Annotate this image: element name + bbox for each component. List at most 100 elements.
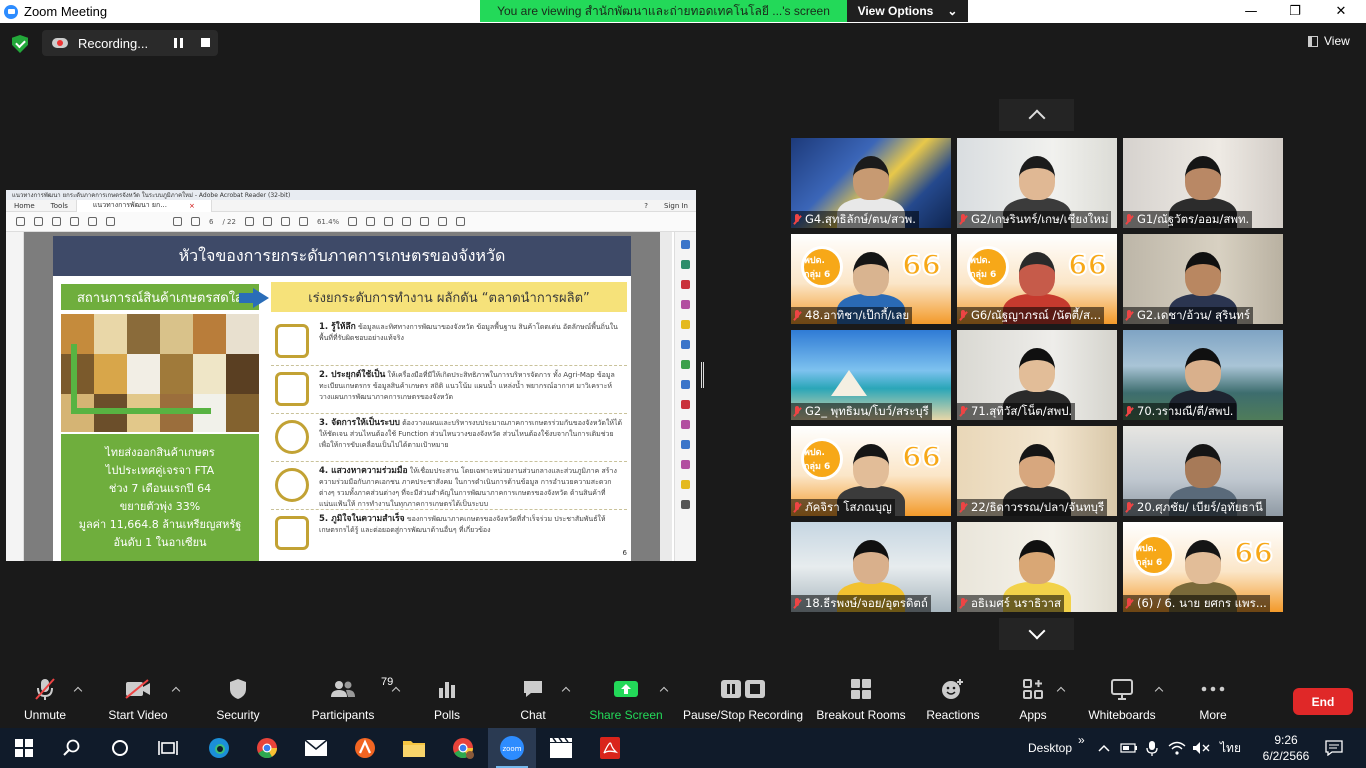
combine-files-icon[interactable] [681,340,690,349]
more-tools-icon[interactable] [681,500,690,509]
comment-icon[interactable] [366,217,376,226]
unmute-button[interactable]: Unmute [14,672,76,728]
view-layout-button[interactable]: View [1308,34,1350,48]
participant-video-tile[interactable]: พปด. กลุ่ม 6 66 (6) / 6. นาย ยศกร แพร... [1123,522,1283,612]
protect-icon[interactable] [681,400,690,409]
participant-video-tile[interactable]: พปด. กลุ่ม 6 66 G6/ณัฐญาภรณ์ /นัตตี้/ส... [957,234,1117,324]
encryption-shield-icon[interactable] [12,35,28,53]
restore-button[interactable]: ❐ [1272,0,1318,23]
participant-video-tile[interactable]: 18.ธีรพงษ์/จอย/อุตรดิตถ์ [791,522,951,612]
zoom-app-icon[interactable]: zoom [488,728,536,768]
shared-screen[interactable]: แนวทางการพัฒนา ยกระดับภาคการเกษตรจังหวัด… [6,190,696,561]
cursor-icon[interactable] [244,217,254,226]
page-up-icon[interactable] [173,217,182,226]
fit-page-icon[interactable] [348,217,358,226]
participant-video-tile[interactable]: G4.สุทธิลักษ์/ตน/สวพ. [791,138,951,228]
document-scrollbar[interactable] [660,232,672,561]
participants-button[interactable]: 79 Participants [306,672,394,728]
gallery-prev-page-button[interactable] [999,99,1074,131]
tray-microphone-icon[interactable] [1146,728,1158,768]
acrobat-menu-tools[interactable]: Tools [43,202,76,210]
avast-icon[interactable] [341,728,389,768]
panel-splitter-handle[interactable] [701,362,704,388]
print-icon[interactable] [88,217,97,226]
close-button[interactable]: ✕ [1318,0,1364,23]
zoom-in-icon[interactable] [298,217,308,226]
export-pdf-icon[interactable] [681,260,690,269]
task-view-button[interactable] [144,728,192,768]
participant-video-tile[interactable]: พปด. กลุ่ม 6 66 ภัคจิรา โสภณบุญ [791,426,951,516]
clock[interactable]: 9:26 6/2/2566 [1258,728,1314,768]
minimize-button[interactable]: — [1228,0,1274,23]
search-taskbar-button[interactable] [48,728,96,768]
wifi-icon[interactable] [1168,728,1186,768]
hand-icon[interactable] [262,217,272,226]
delete-icon[interactable] [438,217,448,226]
participant-video-tile[interactable]: พปด. กลุ่ม 6 66 48.อาทิชา/เป๊กกี้/เลย [791,234,951,324]
upload-icon[interactable] [52,217,61,226]
pause-stop-recording-button[interactable]: Pause/Stop Recording [682,672,804,728]
tool-pane-icon[interactable] [681,240,690,249]
battery-icon[interactable] [1120,728,1138,768]
participants-options-caret[interactable] [391,686,401,696]
scan-icon[interactable] [681,380,690,389]
adobe-acrobat-icon[interactable] [586,728,634,768]
help-icon[interactable]: ? [636,202,656,210]
participant-video-tile[interactable]: 22/ธิดาวรรณ/ปลา/จันทบุรี [957,426,1117,516]
whiteboards-button[interactable]: Whiteboards [1084,672,1160,728]
mail-app-icon[interactable] [292,728,340,768]
video-options-caret[interactable] [171,686,181,696]
participant-video-tile[interactable]: G2.เดชา/อ้วน/ สุรินทร์ [1123,234,1283,324]
toolbar-expand-chevrons[interactable]: » [1078,720,1085,760]
participant-video-tile[interactable]: G2_ พุทธิมน/โบว์/สระบุรี [791,330,951,420]
page-down-icon[interactable] [191,217,200,226]
stop-recording-icon[interactable] [201,38,210,47]
undo-icon[interactable] [456,217,466,226]
start-menu-button[interactable] [0,728,48,768]
highlight-icon[interactable] [384,217,394,226]
close-tab-icon[interactable]: × [181,202,203,210]
file-explorer-icon[interactable] [390,728,438,768]
apps-button[interactable]: Apps [1012,672,1054,728]
acrobat-document-tab[interactable]: แนวทางการพัฒนา ยก... × [75,199,212,212]
zoom-level[interactable]: 61.4% [317,218,339,226]
chrome-browser-icon[interactable] [243,728,291,768]
stamp-icon[interactable] [420,217,430,226]
apps-options-caret[interactable] [1056,686,1066,696]
participant-video-tile[interactable]: G2/เกษรินทร์/เกษ/เชียงใหม่ [957,138,1117,228]
view-options-button[interactable]: View Options ⌄ [847,0,968,22]
show-hidden-icons-caret[interactable] [1098,728,1110,768]
zoom-out-icon[interactable] [280,217,290,226]
more-button[interactable]: More [1192,672,1234,728]
chat-options-caret[interactable] [561,686,571,696]
create-pdf-icon[interactable] [681,280,690,289]
start-video-button[interactable]: Start Video [104,672,172,728]
end-meeting-button[interactable]: End [1293,688,1353,715]
participant-video-tile[interactable]: G1/ณัฐวัตร/ออม/สพท. [1123,138,1283,228]
mail-icon[interactable] [70,217,79,226]
organize-pages-icon[interactable] [681,360,690,369]
fill-sign-icon[interactable] [681,420,690,429]
security-button[interactable]: Security [210,672,266,728]
participant-video-tile[interactable]: 71.สุทิวัส/โน็ต/สพป. [957,330,1117,420]
pen-icon[interactable] [402,217,412,226]
save-icon[interactable] [16,217,25,226]
volume-muted-icon[interactable] [1192,728,1210,768]
notifications-icon[interactable] [1325,728,1343,768]
video-editor-icon[interactable] [537,728,585,768]
reactions-button[interactable]: Reactions [924,672,982,728]
edge-browser-icon[interactable] [195,728,243,768]
edit-pdf-icon[interactable] [681,300,690,309]
acrobat-menu-home[interactable]: Home [6,202,43,210]
search-icon[interactable] [106,217,115,226]
measure-icon[interactable] [681,480,690,489]
share-screen-button[interactable]: Share Screen [589,672,663,728]
send-comments-icon[interactable] [681,440,690,449]
participant-video-tile[interactable]: 20.ศุภชัย/ เบียร์/อุทัยธานี [1123,426,1283,516]
input-language[interactable]: ไทย [1220,728,1241,768]
sign-in-link[interactable]: Sign In [656,202,696,210]
comment-tool-icon[interactable] [681,320,690,329]
desktop-toolbar-label[interactable]: Desktop [1028,728,1072,768]
bookmark-icon[interactable] [34,217,43,226]
chrome-profile-icon[interactable] [439,728,487,768]
